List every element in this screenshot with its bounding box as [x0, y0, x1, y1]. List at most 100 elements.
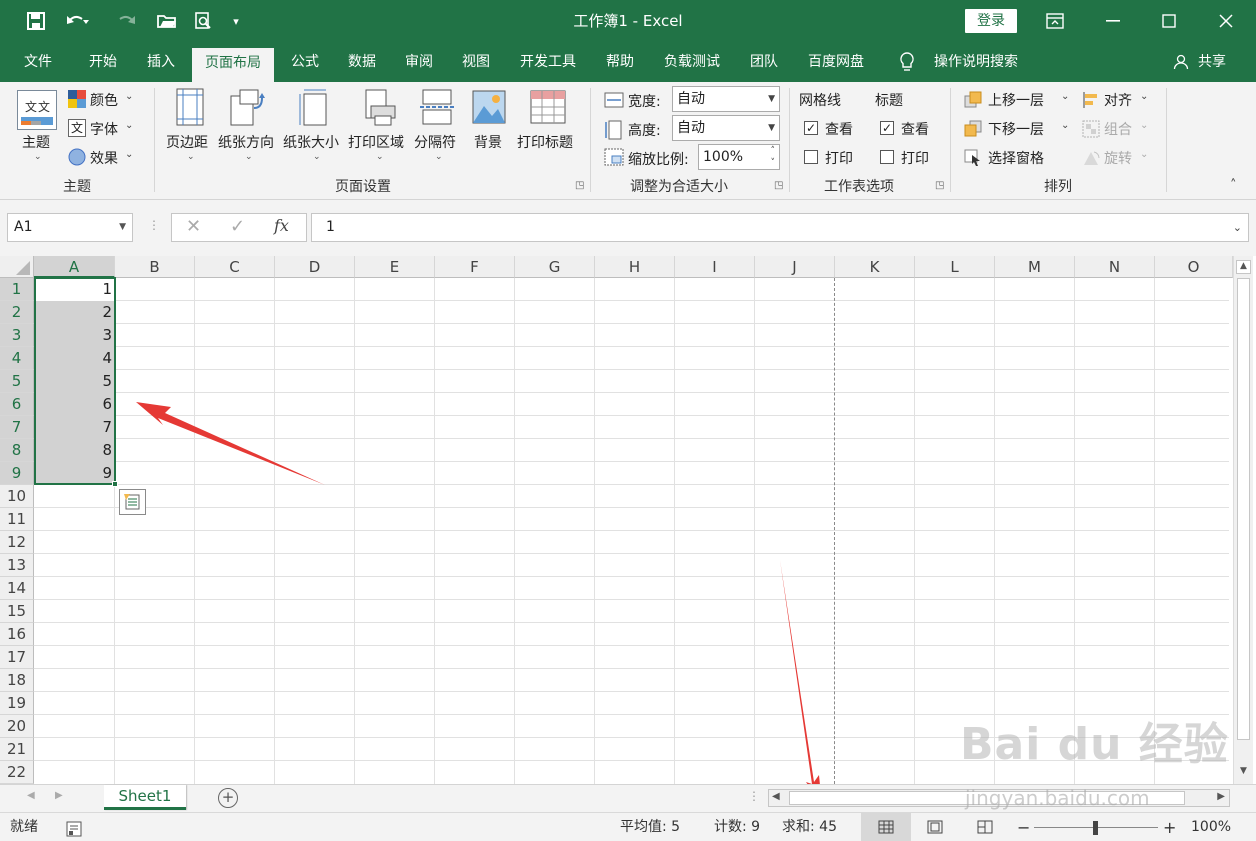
tab-developer[interactable]: 开发工具 — [510, 42, 586, 82]
next-sheet-icon[interactable]: ▶ — [55, 790, 63, 801]
orientation-dropdown-icon[interactable]: ⌄ — [245, 152, 253, 162]
row-header[interactable]: 22 — [0, 761, 34, 784]
column-header-b[interactable]: B — [115, 256, 195, 278]
customize-quick-access-icon[interactable]: ▾ — [228, 0, 244, 42]
tab-help[interactable]: 帮助 — [594, 42, 646, 82]
scroll-right-icon[interactable]: ▶ — [1217, 791, 1225, 802]
vertical-scroll-thumb[interactable] — [1237, 278, 1250, 740]
page-layout-view-icon[interactable] — [927, 813, 947, 841]
print-area-button[interactable]: 打印区域 — [348, 132, 404, 152]
width-select[interactable]: 自动 ▼ — [672, 86, 780, 112]
row-header[interactable]: 2 — [0, 301, 34, 324]
column-header-d[interactable]: D — [275, 256, 355, 278]
bring-forward-button[interactable]: 上移一层 — [988, 90, 1044, 110]
sheet-tab-sheet1[interactable]: Sheet1 — [104, 785, 186, 810]
spin-down-icon[interactable]: ˅ — [771, 151, 776, 175]
fonts-button[interactable]: 字体 — [90, 119, 118, 139]
minimize-icon[interactable] — [1085, 0, 1141, 42]
tab-page-layout[interactable]: 页面布局 — [192, 48, 274, 82]
print-preview-icon[interactable] — [190, 0, 216, 42]
zoom-slider-thumb[interactable] — [1093, 821, 1098, 835]
share-button[interactable]: 共享 — [1194, 42, 1230, 82]
row-header[interactable]: 12 — [0, 531, 34, 554]
breaks-dropdown-icon[interactable]: ⌄ — [435, 152, 443, 162]
normal-view-icon[interactable] — [861, 813, 911, 841]
add-sheet-icon[interactable]: + — [218, 788, 238, 808]
sheet-options-launcher-icon[interactable]: ◳ — [935, 180, 944, 191]
row-header[interactable]: 3 — [0, 324, 34, 347]
group-dropdown-icon[interactable]: ⌄ — [1140, 120, 1148, 131]
fill-handle[interactable] — [112, 481, 118, 487]
column-header-f[interactable]: F — [435, 256, 515, 278]
tell-me-search[interactable]: 操作说明搜索 — [926, 42, 1026, 82]
rotate-dropdown-icon[interactable]: ⌄ — [1140, 149, 1148, 160]
tab-team[interactable]: 团队 — [739, 42, 789, 82]
formula-bar-splitter[interactable]: ⋮ — [148, 218, 160, 232]
headings-print-checkbox[interactable] — [880, 150, 894, 164]
open-folder-icon[interactable] — [154, 0, 180, 42]
column-header-g[interactable]: G — [515, 256, 595, 278]
scroll-up-icon[interactable]: ▲ — [1236, 260, 1251, 274]
row-header[interactable]: 6 — [0, 393, 34, 416]
row-header[interactable]: 4 — [0, 347, 34, 370]
gridlines-view-checkbox[interactable]: ✓ — [804, 121, 818, 135]
cancel-icon[interactable]: ✕ — [186, 216, 201, 237]
tab-home[interactable]: 开始 — [78, 42, 128, 82]
send-backward-button[interactable]: 下移一层 — [988, 119, 1044, 139]
orientation-button[interactable]: 纸张方向 — [218, 132, 274, 152]
select-all-corner[interactable] — [0, 256, 34, 278]
page-setup-launcher-icon[interactable]: ◳ — [575, 180, 584, 191]
row-header[interactable]: 19 — [0, 692, 34, 715]
background-button[interactable]: 背景 — [474, 132, 502, 152]
size-dropdown-icon[interactable]: ⌄ — [313, 152, 321, 162]
print-area-dropdown-icon[interactable]: ⌄ — [376, 152, 384, 162]
print-titles-button[interactable]: 打印标题 — [517, 132, 573, 152]
login-button[interactable]: 登录 — [965, 9, 1017, 33]
column-header-c[interactable]: C — [195, 256, 275, 278]
macro-record-icon[interactable] — [66, 819, 82, 837]
row-header[interactable]: 9 — [0, 462, 34, 485]
row-header[interactable]: 18 — [0, 669, 34, 692]
rotate-button[interactable]: 旋转 — [1104, 148, 1132, 168]
scroll-down-icon[interactable]: ▼ — [1236, 766, 1251, 780]
undo-icon[interactable] — [58, 0, 98, 42]
align-dropdown-icon[interactable]: ⌄ — [1140, 91, 1148, 102]
row-header[interactable]: 16 — [0, 623, 34, 646]
column-header-h[interactable]: H — [595, 256, 675, 278]
scale-spinner[interactable]: 100% ˄ ˅ — [698, 144, 780, 170]
row-header[interactable]: 8 — [0, 439, 34, 462]
tab-review[interactable]: 审阅 — [394, 42, 444, 82]
column-header-e[interactable]: E — [355, 256, 435, 278]
zoom-out-icon[interactable]: − — [1017, 813, 1030, 841]
tab-formulas[interactable]: 公式 — [280, 42, 330, 82]
tab-data[interactable]: 数据 — [336, 42, 388, 82]
page-break-view-icon[interactable] — [977, 813, 997, 841]
row-header[interactable]: 5 — [0, 370, 34, 393]
enter-icon[interactable]: ✓ — [230, 216, 245, 237]
effects-dropdown-icon[interactable]: ⌄ — [125, 149, 133, 160]
worksheet-grid[interactable]: A B C D E F G H I J K L M N O 1 2 3 4 5 … — [0, 256, 1256, 784]
colors-dropdown-icon[interactable]: ⌄ — [125, 91, 133, 102]
height-select[interactable]: 自动 ▼ — [672, 115, 780, 141]
prev-sheet-icon[interactable]: ◀ — [27, 790, 35, 801]
zoom-level[interactable]: 100% — [1191, 813, 1231, 841]
row-header[interactable]: 21 — [0, 738, 34, 761]
collapse-ribbon-icon[interactable]: ˄ — [1230, 178, 1237, 193]
row-header[interactable]: 11 — [0, 508, 34, 531]
column-header-l[interactable]: L — [915, 256, 995, 278]
row-header[interactable]: 10 — [0, 485, 34, 508]
themes-dropdown-icon[interactable]: ⌄ — [34, 152, 42, 162]
name-box[interactable]: A1 ▼ — [7, 213, 133, 242]
scroll-left-icon[interactable]: ◀ — [772, 791, 780, 802]
tab-load-test[interactable]: 负载测试 — [654, 42, 730, 82]
selection-pane-button[interactable]: 选择窗格 — [988, 148, 1044, 168]
column-header-n[interactable]: N — [1075, 256, 1155, 278]
formula-input[interactable]: 1 ⌄ — [311, 213, 1249, 242]
row-header[interactable]: 15 — [0, 600, 34, 623]
row-header[interactable]: 17 — [0, 646, 34, 669]
column-header-i[interactable]: I — [675, 256, 755, 278]
tab-splitter[interactable]: ⋮ — [748, 789, 760, 803]
effects-button[interactable]: 效果 — [90, 148, 118, 168]
tab-baidu-netdisk[interactable]: 百度网盘 — [797, 42, 875, 82]
expand-formula-icon[interactable]: ⌄ — [1233, 214, 1242, 241]
